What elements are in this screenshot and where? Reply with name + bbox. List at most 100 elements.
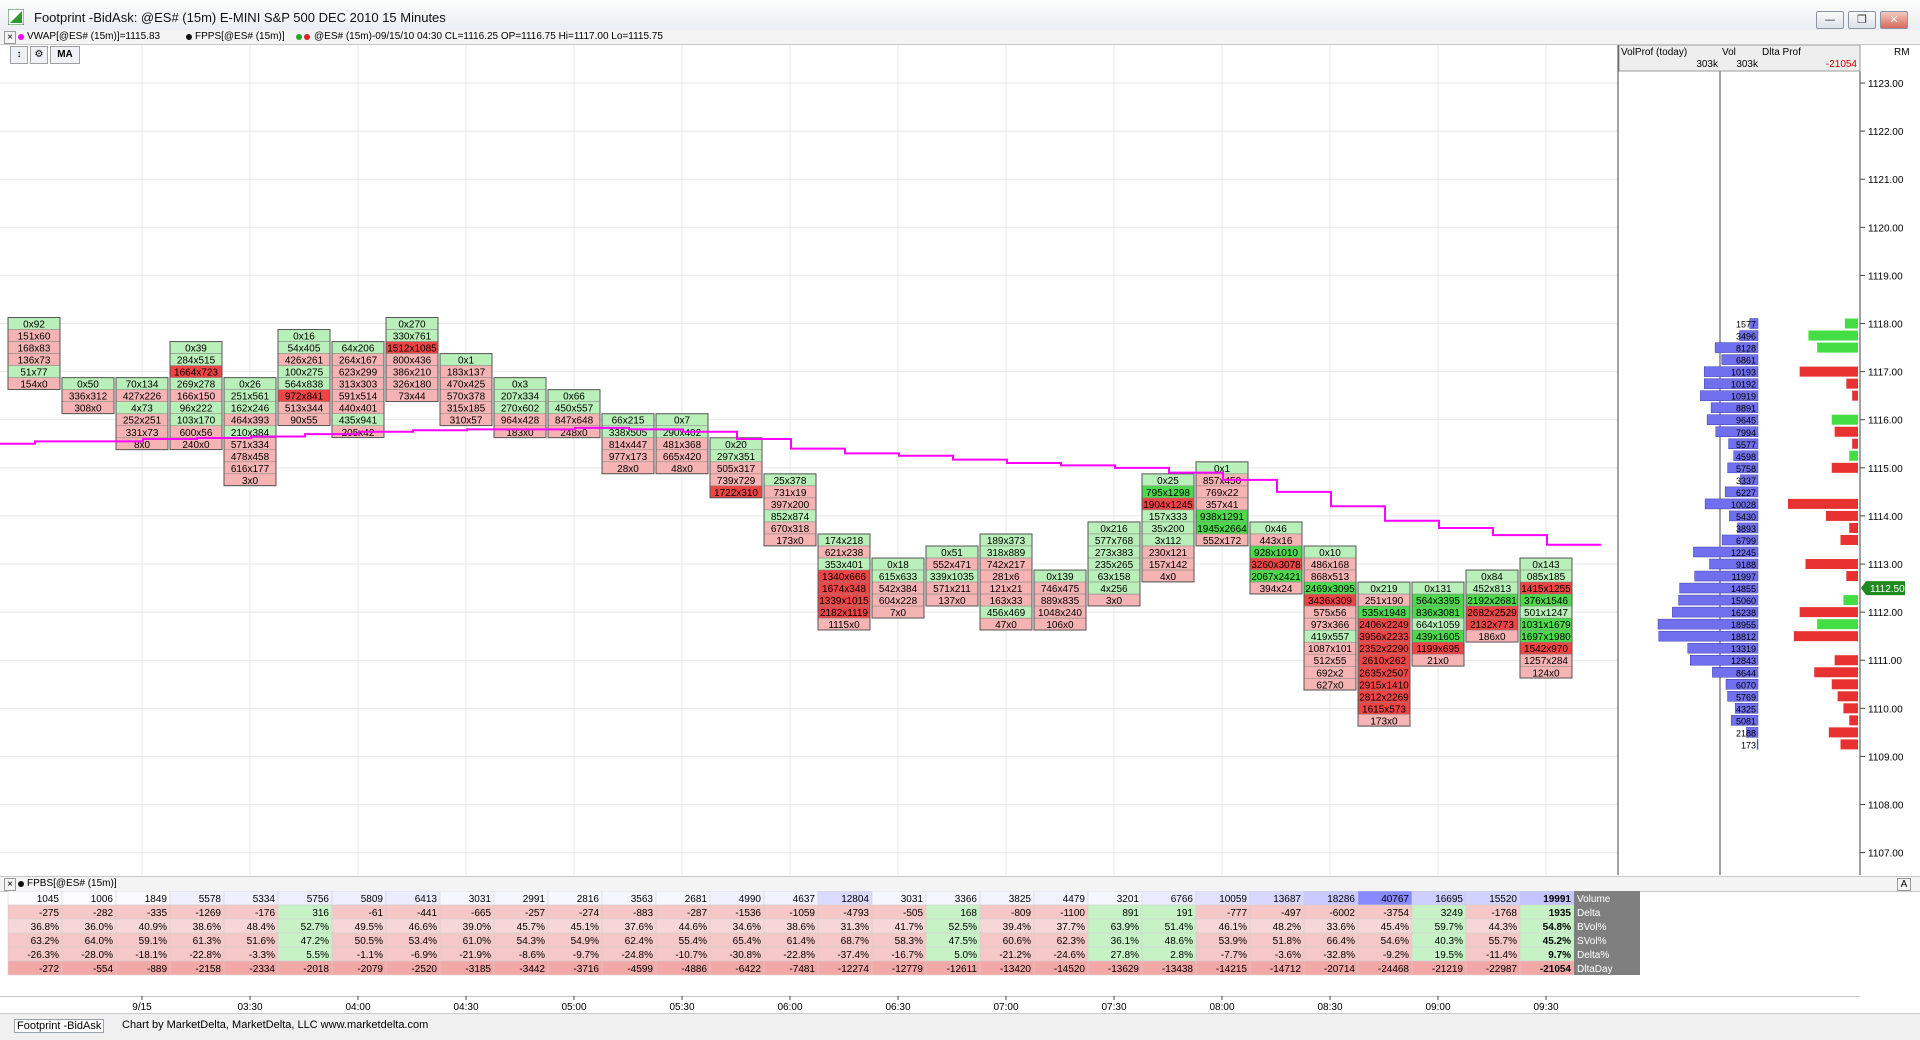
stats-cell-text: 47.5% [949, 936, 977, 947]
footprint-cell-text: 868x513 [1311, 572, 1350, 583]
footprint-cell-text: 501x1247 [1524, 608, 1568, 619]
delta-profile-bar [1852, 390, 1858, 401]
footprint-cell-text: 456x469 [987, 608, 1026, 619]
footprint-cell-text: 623x299 [339, 368, 378, 379]
restore-button[interactable]: ❐ [1848, 11, 1876, 29]
footprint-cell-text: 136x73 [18, 356, 51, 367]
footprint-cell-text: 575x56 [1314, 608, 1347, 619]
stats-cell-text: 59.7% [1435, 922, 1463, 933]
footprint-cell-text: 189x373 [987, 536, 1026, 547]
delta-profile-bar [1799, 607, 1858, 618]
footprint-cell-text: 0x131 [1424, 584, 1452, 595]
settings-tool-icon[interactable]: ⚙ [30, 46, 48, 64]
footprint-bar[interactable]: 0x26251x561162x246464x393210x384571x3344… [223, 377, 277, 487]
stats-cell-text: -7.7% [1221, 950, 1247, 961]
footprint-cell-text: 426x261 [285, 356, 324, 367]
stats-cell-text: -505 [903, 908, 923, 919]
footprint-cell-text: 542x384 [879, 584, 918, 595]
footprint-bar[interactable]: 0x143085x1851415x1255376x1546501x1247103… [1519, 557, 1573, 679]
stats-cell-text: -3442 [519, 964, 545, 975]
footprint-bar[interactable]: 0x1654x405426x261100x275564x838972x84151… [277, 329, 331, 427]
stats-cell-text: -7481 [789, 964, 815, 975]
stats-cell-text: 65.4% [733, 936, 761, 947]
stats-cell-text: 61.3% [193, 936, 221, 947]
footprint-cell-text: 3956x2233 [1359, 632, 1409, 643]
close-button[interactable]: ✕ [1880, 11, 1908, 29]
delta-profile-bar [1846, 378, 1858, 389]
footprint-bar[interactable]: 0x50336x312308x0 [61, 377, 115, 415]
footprint-cell-text: 486x168 [1311, 560, 1350, 571]
stats-cell-text: -282 [93, 908, 113, 919]
app-icon [8, 9, 24, 25]
delta-profile-bar [1840, 739, 1858, 750]
close-subchart-icon[interactable]: × [4, 878, 16, 891]
stats-cell-text: 54.3% [517, 936, 545, 947]
footprint-bar[interactable]: 25x378731x19397x200852x874670x318173x0 [763, 473, 817, 547]
tab-footprint[interactable]: Footprint -BidAsk [14, 1019, 105, 1033]
stats-cell-text: -2018 [303, 964, 329, 975]
footprint-bar[interactable]: 0x51552x471339x1035571x211137x0 [925, 545, 979, 607]
stats-cell-text: -2334 [249, 964, 275, 975]
time-label: 03:30 [237, 1002, 262, 1013]
footprint-bar[interactable]: 0x7290x402481x368665x42048x0 [655, 413, 709, 475]
footprint-bar[interactable]: 0x219251x190535x19482406x22493956x223323… [1357, 581, 1411, 727]
footprint-bar[interactable]: 0x139746x475889x8351048x240106x0 [1033, 569, 1087, 631]
stats-cell-text: 6766 [1171, 894, 1194, 905]
time-label: 06:30 [885, 1002, 910, 1013]
volume-profile-value: 6861 [1736, 356, 1756, 366]
footprint-chart[interactable]: 0x92151x60168x83136x7351x77154x0 0x50336x… [0, 45, 1920, 875]
time-axis: 9/15 03:30 04:00 04:30 05:00 05:30 06:00 06:30 0… [0, 996, 1860, 1013]
price-label: 1117.00 [1868, 368, 1903, 379]
footprint-bar[interactable]: 0x66450x557847x648248x0 [547, 389, 601, 439]
footprint-bar[interactable]: 0x270330x7611512x1085800x436386x210326x1… [385, 317, 439, 403]
volume-profile-value: 5081 [1736, 716, 1756, 726]
footprint-cell-text: 0x219 [1370, 584, 1398, 595]
footprint-bar[interactable]: 0x84452x8132192x26812682x25292132x773186… [1465, 569, 1519, 643]
footprint-bar[interactable]: 0x46443x16928x10103260x30782067x2421394x… [1249, 521, 1303, 595]
footprint-bar[interactable]: 0x1183x137470x425570x378315x185310x57 [439, 353, 493, 427]
stats-cell-text: -3.3% [249, 950, 275, 961]
ma-button[interactable]: MA [50, 46, 80, 64]
footprint-bar[interactable]: 174x218621x238353x4011340x6661674x348133… [817, 533, 871, 631]
footprint-cell-text: 339x1035 [930, 572, 974, 583]
stats-cell-text: 1045 [37, 894, 60, 905]
footprint-bar[interactable]: 189x373318x889742x217281x6121x21163x3345… [979, 533, 1033, 631]
footprint-cell-text: 1199x695 [1416, 644, 1460, 655]
footprint-bar[interactable]: 0x10486x168868x5132469x30953436x309575x5… [1303, 545, 1357, 691]
volume-profile-value: 8891 [1736, 404, 1756, 414]
footprint-bar[interactable]: 66x215338x505814x447977x17328x0 [601, 413, 655, 475]
subchart-corner-button[interactable]: A [1897, 878, 1911, 891]
footprint-bar[interactable]: 0x92151x60168x83136x7351x77154x0 [7, 317, 61, 391]
footprint-cell-text: 51x77 [20, 368, 48, 379]
footprint-cell-text: 3260x3078 [1251, 560, 1301, 571]
stats-cell-text: 48.4% [247, 922, 275, 933]
footprint-cell-text: 106x0 [1046, 620, 1074, 631]
footprint-bar[interactable]: 0x39284x5151664x723269x278166x15096x2221… [169, 341, 223, 451]
stats-cell-text: -22987 [1486, 964, 1518, 975]
footprint-bar[interactable]: 64x206264x167623x299313x303591x514440x40… [331, 341, 385, 439]
cursor-tool-icon[interactable]: ↕ [10, 46, 28, 64]
minimize-button[interactable]: — [1816, 11, 1844, 29]
footprint-bar[interactable]: 0x131564x3395836x3081664x1059439x1605119… [1411, 581, 1465, 667]
stats-cell-text: 3031 [469, 894, 492, 905]
footprint-cell-text: 66x215 [612, 416, 645, 427]
footprint-bar[interactable]: 0x25795x12981904x1245157x33335x2003x1122… [1141, 473, 1195, 583]
footprint-bar[interactable]: 0x18615x633542x384604x2287x0 [871, 557, 925, 619]
stats-cell-text: 66.4% [1327, 936, 1355, 947]
close-chart-icon[interactable]: × [4, 31, 16, 44]
volume-profile-value: 10192 [1731, 380, 1756, 390]
footprint-cell-text: 1674x348 [822, 584, 866, 595]
volume-profile-value: 13319 [1731, 644, 1756, 654]
volume-profile-value: 8644 [1736, 668, 1756, 678]
stats-cell-text: -37.4% [837, 950, 869, 961]
footprint-cell-text: 852x874 [771, 512, 810, 523]
footprint-cell-text: 0x18 [887, 560, 909, 571]
footprint-bar[interactable]: 0x20297x351505x317739x7291722x310 [709, 437, 763, 499]
stats-cell-text: -2158 [195, 964, 221, 975]
footprint-cell-text: 795x1298 [1146, 488, 1190, 499]
footprint-cell-text: 251x561 [231, 392, 270, 403]
delta-profile-bar [1843, 703, 1858, 714]
footprint-bar[interactable]: 0x216577x768273x383235x26563x1584x2563x0 [1087, 521, 1141, 607]
footprint-cell-text: 591x514 [339, 392, 378, 403]
stats-cell-text: 5756 [307, 894, 330, 905]
